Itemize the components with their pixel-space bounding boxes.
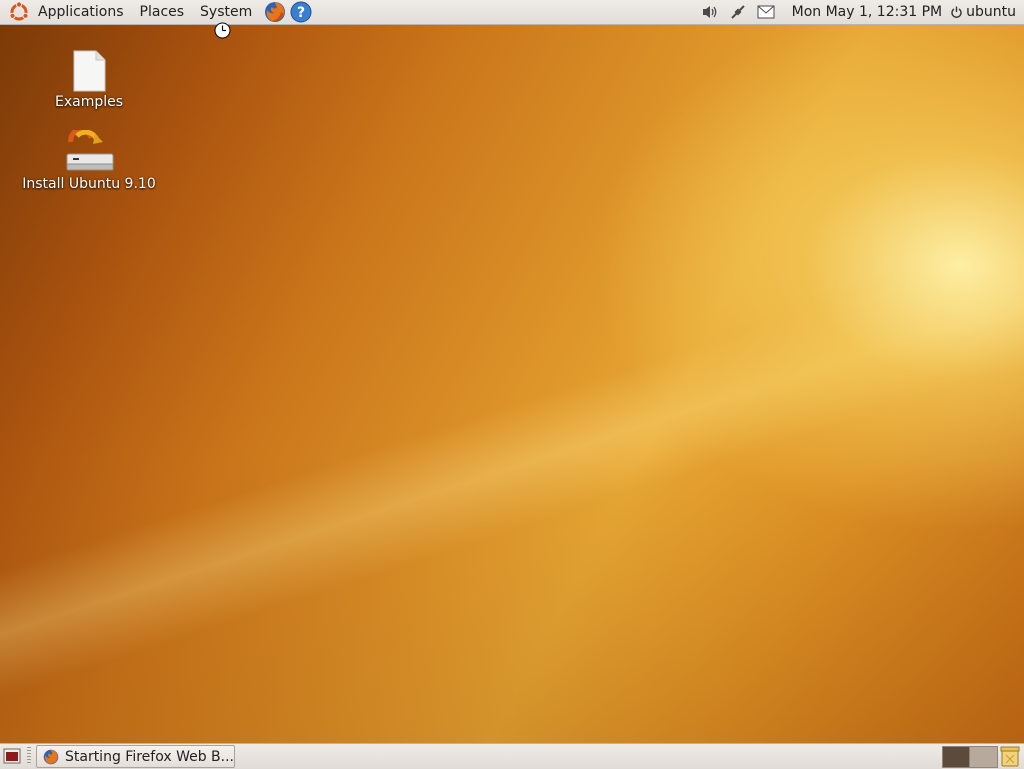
document-icon [73, 50, 106, 92]
desktop-icon-label: Install Ubuntu 9.10 [22, 176, 156, 192]
volume-icon[interactable] [699, 1, 721, 23]
installer-icon [66, 130, 114, 171]
user-menu[interactable]: ubuntu [950, 4, 1016, 20]
mail-icon[interactable] [755, 1, 777, 23]
show-desktop-icon[interactable] [3, 748, 21, 764]
help-icon[interactable]: ? [290, 1, 312, 23]
power-icon [951, 6, 962, 18]
desktop-icon-examples[interactable]: Examples [14, 50, 164, 110]
menu-places[interactable]: Places [132, 0, 193, 24]
workspace-1[interactable] [942, 746, 971, 768]
network-icon[interactable] [727, 1, 749, 23]
menu-applications[interactable]: Applications [30, 0, 132, 24]
busy-cursor-icon [214, 22, 231, 39]
menu-system[interactable]: System [192, 0, 260, 24]
bottom-panel: Starting Firefox Web B... [0, 743, 1024, 769]
panel-separator [27, 747, 31, 765]
svg-text:?: ? [297, 5, 305, 21]
top-panel: Applications Places System ? Mon May 1, … [0, 0, 1024, 25]
ubuntu-logo-icon[interactable] [8, 1, 30, 23]
clock[interactable]: Mon May 1, 12:31 PM [792, 4, 943, 20]
trash-icon[interactable] [999, 745, 1021, 767]
workspace-2[interactable] [969, 746, 998, 768]
firefox-icon[interactable] [264, 1, 286, 23]
taskbar-item-label: Starting Firefox Web B... [64, 748, 234, 765]
user-name: ubuntu [966, 4, 1016, 20]
taskbar-item-firefox[interactable]: Starting Firefox Web B... [36, 745, 235, 768]
firefox-icon [43, 749, 59, 764]
desktop-icon-install-ubuntu[interactable]: Install Ubuntu 9.10 [14, 130, 164, 192]
desktop-icon-label: Examples [54, 94, 124, 110]
